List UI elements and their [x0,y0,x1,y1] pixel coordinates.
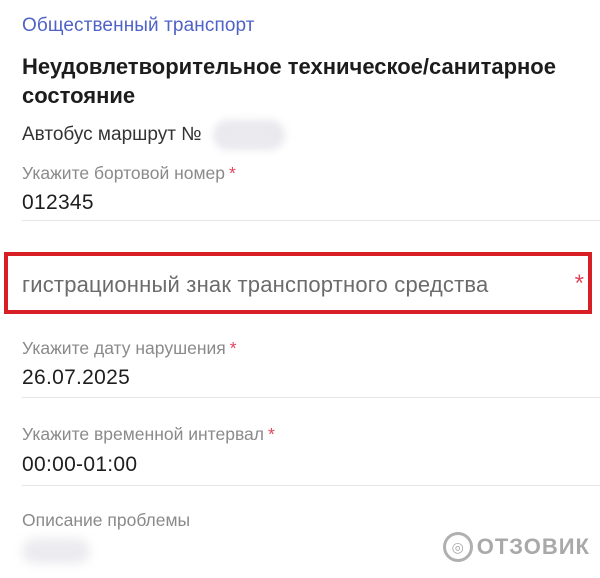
required-marker: * [229,163,236,183]
category-link[interactable]: Общественный транспорт [22,15,255,37]
description-label: Описание проблемы [22,510,191,530]
board-number-field[interactable]: 012345 [22,191,94,215]
route-number-redaction [213,120,285,150]
route-label: Автобус маршрут № [22,124,202,145]
interval-label: Укажите временной интервал * [22,424,275,444]
required-marker: * [574,270,584,297]
registration-plate-highlight: гистрационный знак транспортного средств… [4,252,592,314]
otzovik-logo-icon: ◎ [442,532,473,562]
watermark-text: ОТЗОВИК [476,534,590,559]
required-marker: * [229,338,237,358]
registration-plate-field[interactable]: гистрационный знак транспортного средств… [22,272,488,298]
issue-title: Неудовлетворительное техническое/санитар… [22,54,556,108]
field-divider [22,485,600,486]
board-number-label: Укажите бортовой номер * [22,163,236,183]
description-field[interactable] [22,538,90,564]
interval-field[interactable]: 00:00-01:00 [22,453,137,477]
field-divider [22,397,600,398]
field-divider [22,220,600,221]
required-marker: * [268,424,275,444]
date-field[interactable]: 26.07.2025 [22,366,130,390]
date-label: Укажите дату нарушения * [22,338,237,358]
watermark: ◎ ОТЗОВИК [442,532,590,562]
complaint-form: Общественный транспорт Неудовлетворитель… [0,0,600,578]
